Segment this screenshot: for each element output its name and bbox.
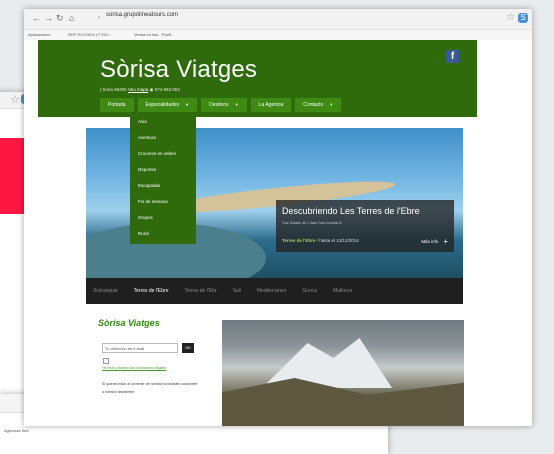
page-icon: ▫ [98, 15, 101, 21]
mountain-photo[interactable] [222, 320, 464, 426]
bookmark-label[interactable]: Agencias Ihrd [4, 428, 28, 433]
contact-line: | Soria 96200 Veu mapa ◉ 674 863 063 [100, 87, 180, 93]
slider-meta: Terres de l'Ebre / hasta el 13/12/2014 [282, 238, 359, 243]
dropdown-item-asia[interactable]: Asia [130, 114, 196, 130]
address-bar[interactable]: sorisa.grupolineatours.com [106, 12, 178, 18]
menu-especialidades[interactable]: Especialidades ▼ [137, 98, 198, 112]
terms-checkbox[interactable] [103, 358, 109, 364]
more-info-label: Más info [421, 239, 439, 244]
menu-label: Portada [108, 102, 126, 108]
slider-place: Terres de l'Ebre [282, 238, 316, 243]
dropdown-item-grupos[interactable]: Grupos [130, 210, 196, 226]
browser-window: ← → ↻ ⌂ ▫ sorisa.grupolineatours.com ☆ S… [24, 9, 532, 426]
dropdown-item-aventura[interactable]: Aventura [130, 130, 196, 146]
slider-title[interactable]: Descubriendo Les Terres de l'Ebre [282, 206, 420, 216]
chevron-down-icon: ▼ [234, 102, 239, 107]
tab-mallorca[interactable]: Mallorca [325, 278, 360, 304]
browser-toolbar: ← → ↻ ⌂ ▫ sorisa.grupolineatours.com ☆ S [24, 9, 532, 30]
chevron-down-icon: ▼ [329, 102, 334, 107]
map-link[interactable]: Veu mapa [128, 87, 148, 92]
menu-destinos[interactable]: Destinos ▼ [201, 98, 247, 112]
newsletter-description: Si quieres estar al corriente de nuestra… [102, 382, 198, 394]
more-info-button[interactable]: Más info + [421, 237, 448, 246]
tab-sali[interactable]: Sali [225, 278, 249, 304]
email-field[interactable]: Tu dirección de e-mail [102, 343, 178, 353]
menu-label: Destinos [209, 102, 229, 108]
terms-link[interactable]: He leido y acepto las condiciones legale… [102, 366, 166, 370]
reload-icon[interactable]: ↻ [56, 13, 64, 24]
menu-portada[interactable]: Portada [100, 98, 134, 112]
menu-label: Contacto [303, 102, 324, 108]
subscribe-button[interactable]: OK [182, 343, 194, 353]
facebook-icon[interactable]: f [446, 50, 459, 63]
menu-label: Especialidades [145, 102, 180, 108]
contact-phone: | Soria 96200 [100, 87, 127, 92]
slider-tabs: Estrasquia Terres de l'Ebre Terres de l'… [86, 278, 463, 304]
menu-contacto[interactable]: Contacto ▼ [295, 98, 342, 112]
main-menu: Portada Especialidades ▼ Destinos ▼ La Age… [100, 98, 342, 112]
menu-label: La Agencia [258, 102, 284, 108]
tab-grecia[interactable]: Grecia [294, 278, 325, 304]
bookmark-star-icon[interactable]: ☆ [506, 12, 515, 23]
dropdown-item-rural[interactable]: Rural [130, 226, 196, 242]
slider-subtitle: Tour Guiado de 1 Dias Todo Incluido B [282, 221, 342, 225]
plus-icon: + [443, 237, 448, 246]
slider-caption: Descubriendo Les Terres de l'Ebre Tour G… [276, 200, 454, 252]
dropdown-item-fin-de-semana[interactable]: Fin de semana [130, 194, 196, 210]
tab-mediterraneo[interactable]: Mediterraneo [249, 278, 294, 304]
back-icon[interactable]: ← [32, 13, 41, 23]
site-logo[interactable]: Sòrisa Viatges [100, 56, 257, 84]
chevron-down-icon: ▼ [185, 102, 190, 107]
contact-extra: 674 863 063 [154, 87, 180, 92]
tab-terres-de-lebre[interactable]: Terres de l'Ebre [126, 278, 177, 304]
slider-date: / hasta el 13/12/2014 [316, 238, 359, 243]
bookmark-venda[interactable]: Venda en line - PrivE... [134, 30, 175, 40]
dropdown-item-cruceros[interactable]: Cruceros en velero [130, 146, 196, 162]
home-icon[interactable]: ⌂ [69, 13, 74, 23]
tab-terres-de-lebre-2[interactable]: Terres de l'Ebr [176, 278, 224, 304]
tab-estrasquia[interactable]: Estrasquia [86, 278, 126, 304]
dropdown-item-deportes[interactable]: Deportes [130, 162, 196, 178]
bookmark-rdp[interactable]: RDP ECOGEN LT EDI... [68, 30, 111, 40]
dropdown-item-escapadas[interactable]: Escapadas [130, 178, 196, 194]
menu-la-agencia[interactable]: La Agencia [250, 98, 292, 112]
sync-button[interactable]: S [518, 13, 528, 23]
bookmark-apps[interactable]: Aplicaciones [28, 30, 50, 40]
web-page: Sòrisa Viatges | Soria 96200 Veu mapa ◉ … [24, 40, 532, 426]
especialidades-dropdown: Asia Aventura Cruceros en velero Deporte… [130, 114, 196, 244]
bookmark-star-icon[interactable]: ☆ [10, 93, 20, 106]
forward-icon[interactable]: → [44, 13, 53, 23]
location-icon: ◉ [149, 87, 154, 92]
site-header: Sòrisa Viatges | Soria 96200 Veu mapa ◉ … [38, 40, 477, 117]
sidebar-title: Sòrisa Viatges [98, 318, 160, 328]
snowy-peaks [262, 338, 392, 388]
